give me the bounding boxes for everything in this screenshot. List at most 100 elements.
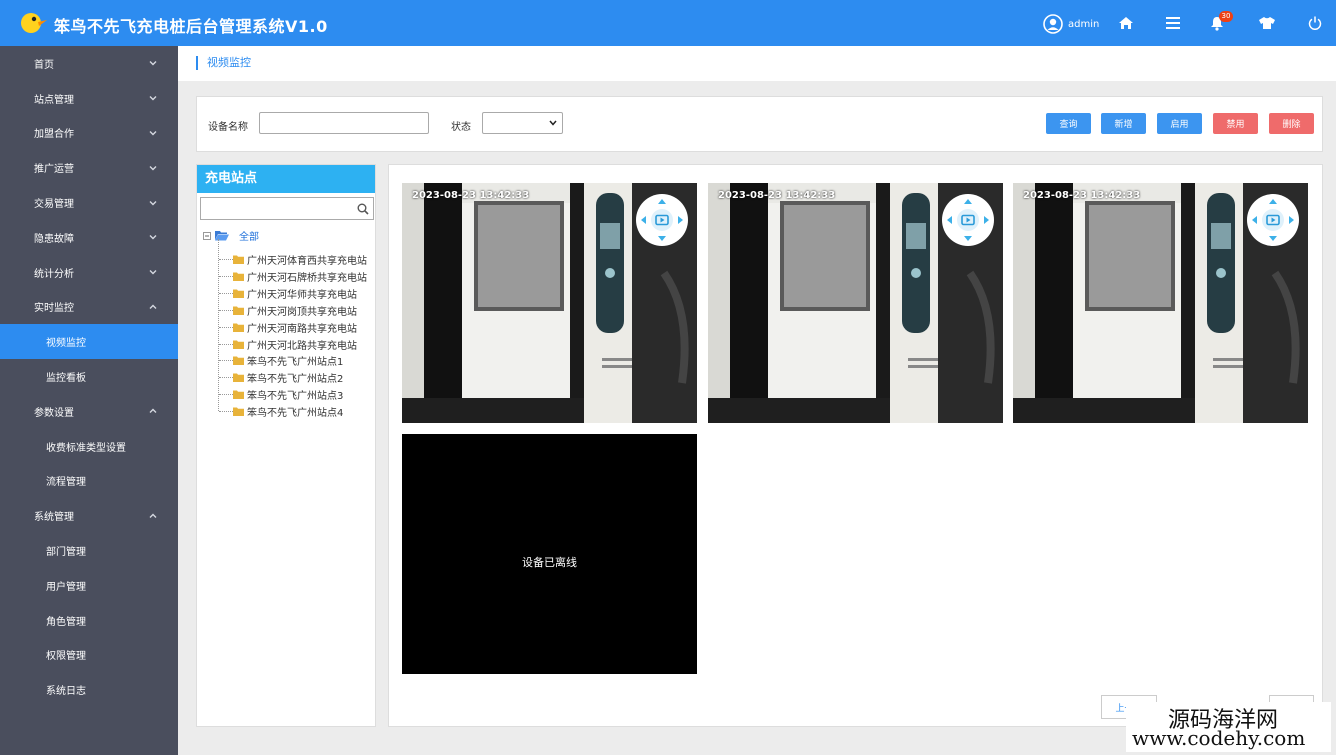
tree-station-label: 笨鸟不先飞广州站点2 — [247, 374, 344, 386]
user-menu[interactable]: admin — [1043, 14, 1099, 34]
chevron-down-icon — [149, 200, 157, 206]
folder-icon — [233, 323, 244, 332]
video-tile[interactable]: 2023-08-23 13:42:33 — [708, 183, 1003, 423]
sidebar-item-label: 推广运营 — [34, 164, 74, 176]
status-select[interactable] — [482, 112, 563, 134]
sidebar-item[interactable]: 视频监控 — [0, 324, 178, 360]
sidebar-item-label: 监控看板 — [46, 373, 86, 385]
tree-station-item[interactable]: 广州天河体育西共享充电站 — [219, 251, 367, 268]
folder-icon — [233, 289, 244, 298]
tree-station-item[interactable]: 笨鸟不先飞广州站点4 — [219, 403, 343, 420]
ptz-control-icon[interactable] — [1246, 193, 1300, 247]
sidebar-item-label: 首页 — [34, 59, 54, 71]
chevron-down-icon — [549, 120, 557, 126]
tree-station-label: 广州天河北路共享充电站 — [247, 340, 357, 352]
chevron-up-icon — [149, 513, 157, 518]
tree-root[interactable]: 全部 — [203, 228, 259, 243]
tree-station-item[interactable]: 广州天河南路共享充电站 — [219, 319, 357, 336]
tree-station-item[interactable]: 笨鸟不先飞广州站点2 — [219, 369, 343, 386]
tree-connector — [219, 275, 233, 277]
sidebar-item[interactable]: 统计分析 — [0, 255, 178, 290]
add-button[interactable]: 新增 — [1101, 113, 1146, 134]
sidebar-item-label: 参数设置 — [34, 407, 74, 419]
sidebar-item-label: 统计分析 — [34, 268, 74, 280]
sidebar-item[interactable]: 加盟合作 — [0, 116, 178, 151]
video-timestamp: 2023-08-23 13:42:33 — [412, 190, 530, 201]
tree-station-item[interactable]: 笨鸟不先飞广州站点3 — [219, 386, 343, 403]
sidebar-item[interactable]: 监控看板 — [0, 359, 178, 394]
tree-station-item[interactable]: 广州天河岗顶共享充电站 — [219, 302, 357, 319]
logout-button[interactable] — [1295, 0, 1335, 46]
search-icon[interactable] — [357, 203, 369, 215]
sidebar-item[interactable]: 站点管理 — [0, 81, 178, 116]
sidebar-item[interactable]: 推广运营 — [0, 150, 178, 185]
folder-icon — [233, 340, 244, 349]
delete-button[interactable]: 删除 — [1269, 113, 1314, 134]
video-tile[interactable]: 2023-08-23 13:42:33 — [402, 183, 697, 423]
sidebar-item-label: 用户管理 — [46, 581, 86, 593]
video-tile-offline[interactable]: 设备已离线 — [402, 434, 697, 674]
query-button[interactable]: 查询 — [1046, 113, 1091, 134]
chevron-down-icon — [149, 235, 157, 240]
home-button[interactable] — [1106, 0, 1146, 46]
sidebar-item[interactable]: 部门管理 — [0, 533, 178, 568]
video-timestamp: 2023-08-23 13:42:33 — [718, 190, 836, 201]
sidebar-item[interactable]: 角色管理 — [0, 603, 178, 638]
menu-icon — [1166, 17, 1180, 29]
sidebar-item[interactable]: 流程管理 — [0, 464, 178, 499]
status-label: 状态 — [451, 122, 471, 133]
menu-toggle-button[interactable] — [1153, 0, 1193, 46]
tree-search-input[interactable] — [200, 197, 374, 220]
notifications-button[interactable]: 30 — [1197, 0, 1237, 46]
sidebar-item-label: 隐患故障 — [34, 233, 74, 245]
collapse-icon[interactable] — [203, 231, 211, 240]
sidebar-item[interactable]: 权限管理 — [0, 638, 178, 673]
power-icon — [1308, 16, 1322, 30]
user-avatar-icon — [1043, 14, 1063, 34]
folder-icon — [233, 306, 244, 315]
enable-button[interactable]: 启用 — [1157, 113, 1202, 134]
sidebar-item-label: 实时监控 — [34, 303, 74, 315]
tree-connector — [219, 259, 233, 260]
sidebar-item[interactable]: 交易管理 — [0, 185, 178, 220]
tree-station-item[interactable]: 笨鸟不先飞广州站点1 — [219, 352, 343, 369]
device-name-label: 设备名称 — [208, 122, 248, 133]
sidebar-item[interactable]: 收费标准类型设置 — [0, 429, 178, 464]
sidebar-item-label: 系统日志 — [46, 686, 86, 698]
tree-title: 充电站点 — [197, 165, 375, 193]
tree-station-label: 笨鸟不先飞广州站点1 — [247, 357, 344, 369]
sidebar-item-label: 视频监控 — [46, 338, 86, 350]
folder-icon — [233, 407, 244, 417]
notification-badge: 30 — [1219, 11, 1233, 22]
ptz-control-icon[interactable] — [635, 193, 689, 247]
sidebar-item[interactable]: 参数设置 — [0, 394, 178, 429]
sidebar-item[interactable]: 首页 — [0, 46, 178, 81]
folder-icon — [233, 356, 244, 366]
tree-connector — [219, 309, 233, 311]
breadcrumb[interactable]: 视频监控 — [196, 56, 251, 70]
sidebar-item[interactable]: 系统日志 — [0, 672, 178, 707]
tree-station-item[interactable]: 广州天河石牌桥共享充电站 — [219, 268, 367, 285]
chevron-up-icon — [149, 408, 157, 414]
sidebar-item-label: 权限管理 — [46, 651, 86, 663]
device-name-input[interactable] — [259, 112, 429, 134]
theme-button[interactable] — [1247, 0, 1287, 46]
breadcrumb-bar: 视频监控 — [178, 46, 1336, 81]
tree-station-label: 笨鸟不先飞广州站点4 — [247, 408, 344, 420]
tree-station-item[interactable]: 广州天河华师共享充电站 — [219, 285, 357, 302]
sidebar-item[interactable]: 隐患故障 — [0, 220, 178, 255]
logo-icon — [21, 13, 47, 33]
video-tile[interactable]: 2023-08-23 13:42:33 — [1013, 183, 1308, 423]
disable-button[interactable]: 禁用 — [1213, 113, 1258, 134]
chevron-down-icon — [149, 165, 157, 171]
sidebar-item[interactable]: 用户管理 — [0, 568, 178, 603]
home-icon — [1119, 17, 1133, 29]
sidebar-item[interactable]: 实时监控 — [0, 290, 178, 325]
watermark-url: www.codehy.com — [1132, 726, 1306, 750]
sidebar-item-label: 交易管理 — [34, 199, 74, 211]
sidebar-item[interactable]: 系统管理 — [0, 498, 178, 533]
sidebar: 首页站点管理 加盟合作推广运营交易管理隐患故障统计分析实时监控视频监控监控看板参数… — [0, 46, 178, 755]
ptz-control-icon[interactable] — [941, 193, 995, 247]
tree-station-item[interactable]: 广州天河北路共享充电站 — [219, 336, 357, 353]
sidebar-item-label: 收费标准类型设置 — [46, 442, 126, 454]
